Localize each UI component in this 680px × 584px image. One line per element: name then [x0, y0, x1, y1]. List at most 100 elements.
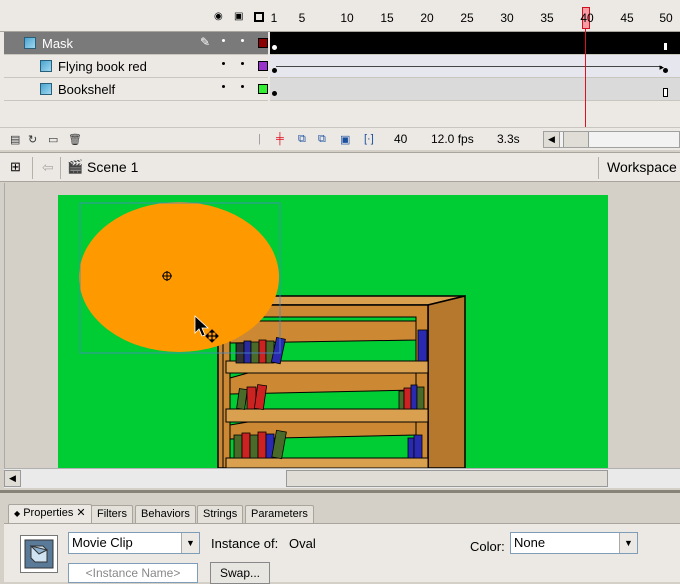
- stage-artwork: [79, 202, 466, 468]
- keyframe[interactable]: [663, 68, 668, 73]
- lock-dot[interactable]: [241, 85, 244, 88]
- close-icon[interactable]: ✕: [76, 507, 85, 519]
- scroll-left-icon[interactable]: ◀: [4, 470, 21, 487]
- playhead-line: [585, 29, 586, 127]
- swap-button[interactable]: Swap...: [210, 562, 270, 584]
- ruler-label: 5: [298, 11, 306, 25]
- layer-name: Bookshelf: [58, 82, 116, 97]
- instance-of-label: Instance of:: [211, 536, 279, 551]
- timeline-toggle-icon[interactable]: ⊞: [10, 159, 21, 175]
- timeline-panel: ◉ ▣ 1 5 10 15 20 25 30 35 40 45 50 Mask …: [0, 0, 680, 150]
- keyframe[interactable]: [272, 68, 277, 73]
- layer-frames[interactable]: ▸: [270, 55, 680, 78]
- scene-icon: 🎬: [67, 159, 84, 174]
- end-frame[interactable]: [663, 42, 668, 51]
- pencil-icon: ✎: [200, 35, 211, 49]
- layer-row-flying-book-red[interactable]: Flying book red ▸: [0, 55, 680, 78]
- scene-name[interactable]: Scene 1: [87, 159, 138, 175]
- eye-icon[interactable]: ◉: [214, 11, 223, 23]
- layer-frames[interactable]: [270, 32, 680, 55]
- tab-label: Filters: [97, 508, 127, 520]
- oval-shape[interactable]: [79, 202, 279, 352]
- insert-layer-icon[interactable]: ▤: [10, 133, 20, 146]
- scroll-thumb[interactable]: [286, 470, 608, 487]
- ruler-label: 20: [420, 11, 434, 25]
- onion-skin-outlines-icon[interactable]: ⧉: [318, 133, 326, 146]
- tab-label: Strings: [203, 508, 238, 520]
- insert-folder-icon[interactable]: ▭: [48, 133, 58, 146]
- current-frame: 40: [394, 132, 408, 146]
- visibility-dot[interactable]: [222, 62, 225, 65]
- outline-icon[interactable]: [254, 12, 264, 22]
- delete-layer-icon[interactable]: 🗑: [68, 133, 82, 146]
- ruler-label: 45: [620, 11, 634, 25]
- tab-parameters[interactable]: Parameters: [245, 505, 314, 523]
- divider: [60, 157, 61, 179]
- ruler-label: 50: [659, 11, 673, 25]
- instance-of-value: Oval: [289, 536, 316, 551]
- tab-strings[interactable]: Strings: [197, 505, 244, 523]
- tab-filters[interactable]: Filters: [91, 505, 133, 523]
- modify-onion-markers-icon[interactable]: [·]: [364, 133, 374, 145]
- divider: |: [258, 133, 261, 145]
- collapse-arrow-icon[interactable]: ◆: [14, 509, 20, 518]
- visibility-dot[interactable]: [222, 85, 225, 88]
- edit-bar: ⊞ ⇦ 🎬 Scene 1 Workspace: [0, 152, 680, 182]
- layer-color-swatch[interactable]: [258, 61, 268, 71]
- symbol-type-value: Movie Clip: [72, 535, 133, 550]
- divider: [32, 157, 33, 179]
- timeline-footer: ▤ ↻ ▭ 🗑 | ╪ ⧉ ⧉ ▣ [·] 40 12.0 fps 3.3s ◀: [0, 127, 680, 150]
- movie-clip-icon: [20, 535, 58, 573]
- timeline-header: ◉ ▣ 1 5 10 15 20 25 30 35 40 45 50: [0, 0, 680, 32]
- stage-canvas[interactable]: [58, 195, 608, 468]
- frame-rate[interactable]: 12.0 fps: [431, 132, 474, 146]
- keyframe[interactable]: [272, 91, 277, 96]
- masked-layer-icon: [40, 83, 52, 95]
- mask-layer-icon: [24, 37, 36, 49]
- color-effect-select[interactable]: None ▼: [510, 532, 638, 554]
- lock-dot[interactable]: [241, 39, 244, 42]
- chevron-down-icon[interactable]: ▼: [619, 533, 637, 553]
- visibility-dot[interactable]: [222, 39, 225, 42]
- ruler-label: 10: [340, 11, 354, 25]
- layer-color-swatch[interactable]: [258, 84, 268, 94]
- scroll-thumb[interactable]: [563, 132, 589, 147]
- onion-skin-icon[interactable]: ⧉: [298, 133, 306, 146]
- lock-icon[interactable]: ▣: [234, 11, 243, 23]
- properties-panel: ◆ Properties ✕ Filters Behaviors Strings…: [0, 490, 680, 584]
- workspace-menu[interactable]: Workspace: [607, 159, 677, 175]
- tab-properties[interactable]: ◆ Properties ✕: [8, 504, 92, 524]
- layer-color-swatch[interactable]: [258, 38, 268, 48]
- instance-name-input[interactable]: <Instance Name>: [68, 563, 198, 583]
- tab-label: Behaviors: [141, 508, 190, 520]
- color-effect-value: None: [514, 535, 546, 550]
- center-frame-icon[interactable]: ╪: [276, 133, 284, 145]
- layer-name: Mask: [42, 36, 74, 51]
- edit-multiple-frames-icon[interactable]: ▣: [340, 133, 350, 146]
- symbol-type-select[interactable]: Movie Clip ▼: [68, 532, 200, 554]
- ruler-label: 15: [380, 11, 394, 25]
- divider: [598, 157, 599, 179]
- layer-frames[interactable]: [270, 78, 680, 101]
- stage-horizontal-scrollbar[interactable]: ◀: [4, 468, 680, 488]
- elapsed-time: 3.3s: [497, 132, 520, 146]
- end-frame[interactable]: [663, 88, 668, 97]
- scroll-left-icon[interactable]: ◀: [544, 132, 560, 147]
- instance-name-placeholder: <Instance Name>: [85, 566, 181, 580]
- ruler-label: 35: [540, 11, 554, 25]
- add-motion-guide-icon[interactable]: ↻: [28, 133, 37, 146]
- properties-body: Movie Clip ▼ Instance of: Oval Color: No…: [4, 523, 680, 584]
- tab-behaviors[interactable]: Behaviors: [135, 505, 196, 523]
- keyframe[interactable]: [272, 45, 277, 50]
- layer-row-mask[interactable]: Mask ✎: [0, 32, 680, 55]
- lock-dot[interactable]: [241, 62, 244, 65]
- back-arrow-icon[interactable]: ⇦: [42, 159, 54, 176]
- masked-layer-icon: [40, 60, 52, 72]
- layer-row-bookshelf[interactable]: Bookshelf: [0, 78, 680, 101]
- chevron-down-icon[interactable]: ▼: [181, 533, 199, 553]
- color-label: Color:: [470, 539, 505, 554]
- ruler-label: 40: [580, 11, 594, 25]
- tab-label: Properties: [23, 507, 74, 519]
- timeline-scrollbar[interactable]: ◀: [543, 131, 680, 148]
- frame-ruler[interactable]: 1 5 10 15 20 25 30 35 40 45 50: [268, 0, 680, 32]
